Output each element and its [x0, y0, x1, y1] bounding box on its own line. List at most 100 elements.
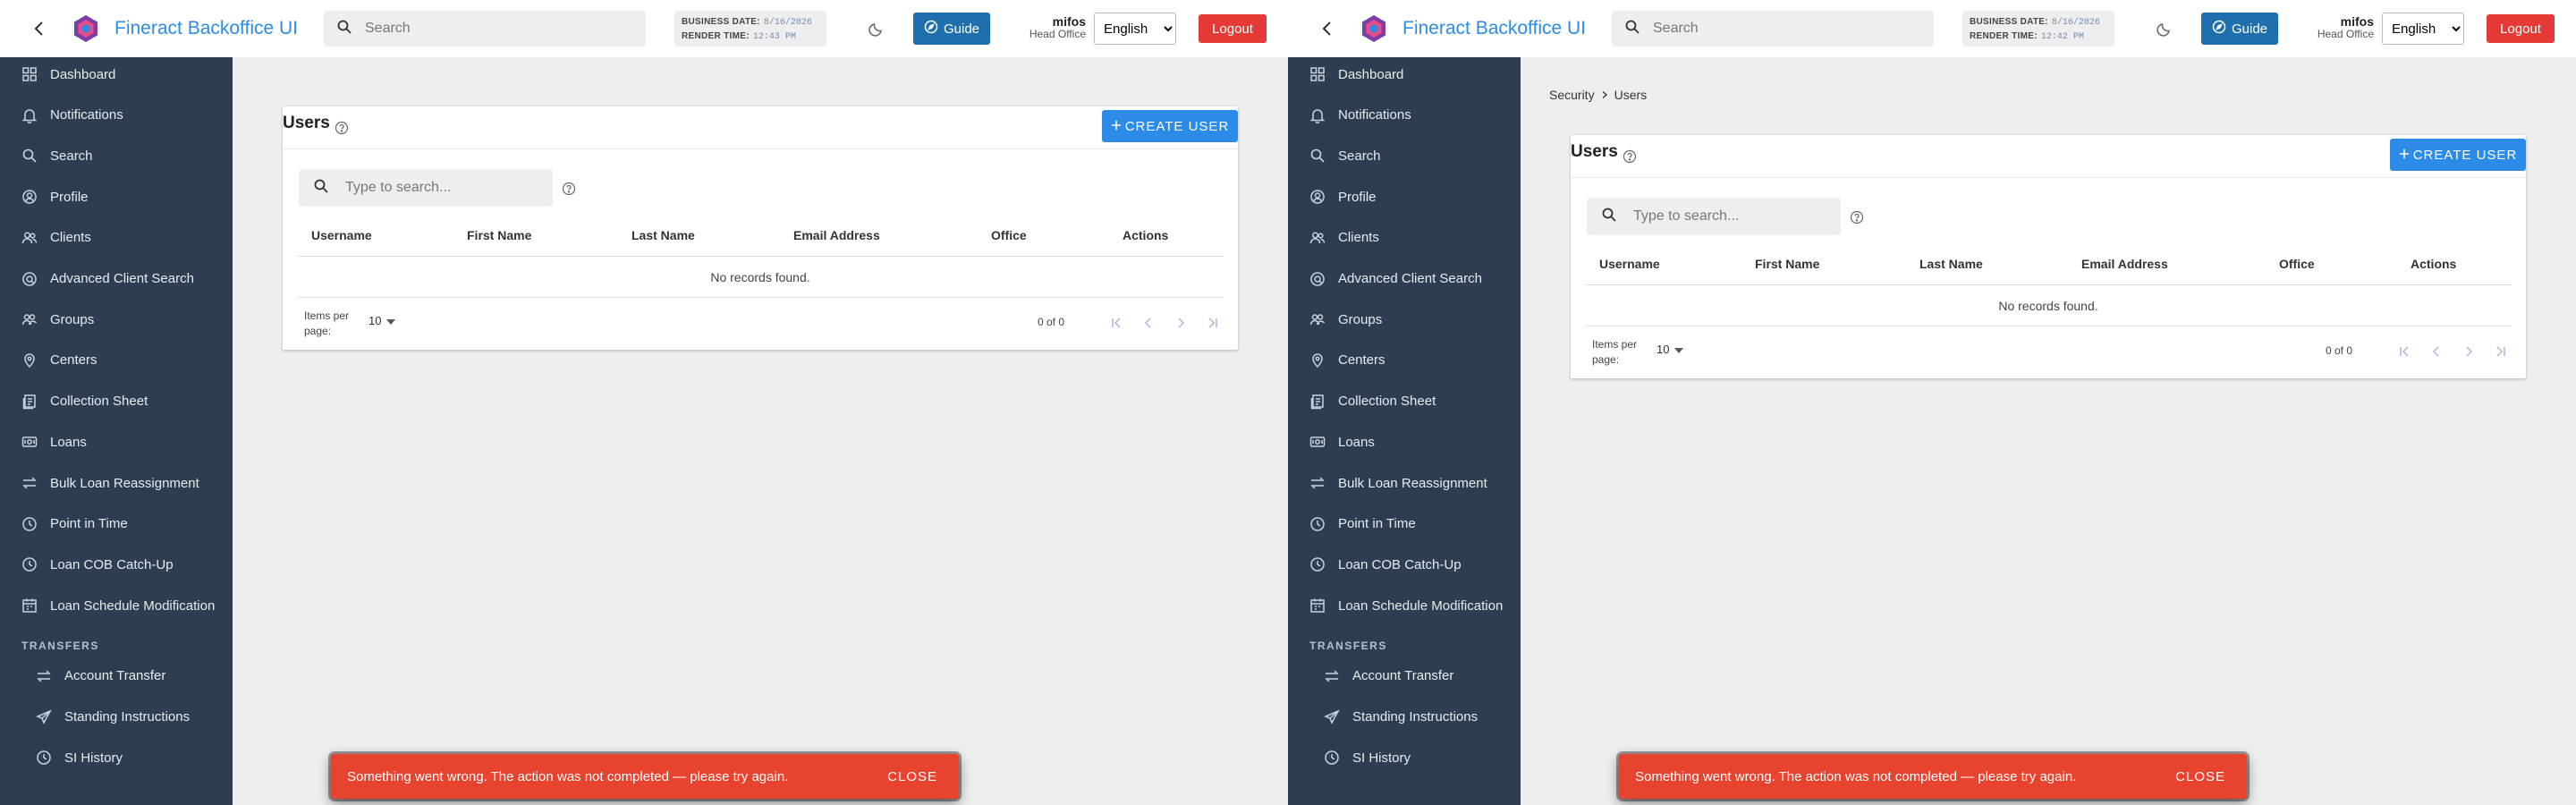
- global-search[interactable]: [1612, 11, 1934, 47]
- sidebar-item-notifications[interactable]: Notifications: [1288, 97, 1521, 134]
- sidebar-item-bulk-loan-reassignment[interactable]: Bulk Loan Reassignment: [1288, 464, 1521, 502]
- app-title[interactable]: Fineract Backoffice UI: [1402, 18, 1586, 39]
- sidebar-item-account-transfer[interactable]: Account Transfer: [1288, 657, 1521, 695]
- dark-mode-moon-icon[interactable]: [2156, 20, 2174, 38]
- back-arrow-icon[interactable]: [1315, 16, 1340, 41]
- column-header-actions[interactable]: Actions: [2411, 257, 2456, 271]
- first-page-icon[interactable]: [1106, 312, 1127, 334]
- sidebar-item-profile[interactable]: Profile: [0, 178, 233, 216]
- sidebar-item-loan-cob-catch-up[interactable]: Loan COB Catch-Up: [0, 546, 233, 583]
- sidebar-item-profile[interactable]: Profile: [1288, 178, 1521, 216]
- sidebar-item-search[interactable]: Search: [0, 137, 233, 174]
- language-select[interactable]: English: [1094, 13, 1176, 45]
- sidebar-item-standing-instructions[interactable]: Standing Instructions: [1288, 699, 1521, 736]
- sidebar-item-account-transfer[interactable]: Account Transfer: [0, 657, 233, 695]
- guide-button[interactable]: Guide: [913, 13, 990, 45]
- table-filter[interactable]: [299, 169, 553, 207]
- global-search-input[interactable]: [365, 21, 624, 37]
- sidebar-item-centers[interactable]: Centers: [1288, 342, 1521, 379]
- sidebar-item-advanced-client-search[interactable]: Advanced Client Search: [0, 260, 233, 298]
- sidebar-item-collection-sheet[interactable]: Collection Sheet: [0, 383, 233, 420]
- table-filter-input[interactable]: [1633, 208, 1830, 225]
- snackbar-close-button[interactable]: CLOSE: [887, 769, 937, 784]
- create-user-button[interactable]: CREATE USER: [1102, 110, 1238, 142]
- help-icon[interactable]: [1623, 149, 1637, 164]
- sidebar-item-label: Centers: [1338, 352, 1385, 369]
- sidebar-item-advanced-client-search[interactable]: Advanced Client Search: [1288, 260, 1521, 298]
- first-page-icon[interactable]: [2394, 341, 2415, 362]
- sidebar-item-si-history[interactable]: SI History: [1288, 739, 1521, 776]
- last-page-icon[interactable]: [1202, 312, 1224, 334]
- sidebar-item-clients[interactable]: Clients: [1288, 219, 1521, 257]
- dashboard-icon: [1309, 66, 1326, 82]
- sidebar-item-loans[interactable]: Loans: [1288, 423, 1521, 461]
- business-date-panel: BUSINESS DATE: 8/16/2026 RENDER TIME: 12:43…: [674, 11, 826, 47]
- chevron-left-icon[interactable]: [1138, 312, 1159, 334]
- location-pin-icon: [21, 352, 38, 369]
- sidebar-item-groups[interactable]: Groups: [1288, 301, 1521, 338]
- table-filter[interactable]: [1587, 198, 1841, 235]
- range-label: 0 of 0: [2326, 344, 2353, 357]
- user-info[interactable]: mifos Head Office: [2297, 15, 2374, 40]
- help-icon[interactable]: [1850, 210, 1864, 225]
- language-select[interactable]: English: [2382, 13, 2464, 45]
- search-icon: [313, 178, 329, 199]
- items-per-page-select[interactable]: 10: [369, 314, 396, 327]
- sidebar-item-dashboard[interactable]: Dashboard: [1288, 55, 1521, 93]
- last-page-icon[interactable]: [2490, 341, 2512, 362]
- sidebar-item-centers[interactable]: Centers: [0, 342, 233, 379]
- sidebar-item-collection-sheet[interactable]: Collection Sheet: [1288, 383, 1521, 420]
- guide-button[interactable]: Guide: [2201, 13, 2278, 45]
- column-header-username[interactable]: Username: [311, 228, 372, 242]
- logout-button[interactable]: Logout: [2487, 14, 2555, 43]
- profile-icon: [1309, 189, 1326, 205]
- render-time-value: 12:42 PM: [2040, 32, 2084, 42]
- chevron-right-icon[interactable]: [1170, 312, 1191, 334]
- sidebar-item-notifications[interactable]: Notifications: [0, 97, 233, 134]
- logout-button[interactable]: Logout: [1199, 14, 1267, 43]
- sidebar-item-search[interactable]: Search: [1288, 137, 1521, 174]
- column-header-first-name[interactable]: First Name: [1755, 257, 1819, 271]
- sidebar-item-si-history[interactable]: SI History: [0, 739, 233, 776]
- sidebar-item-standing-instructions[interactable]: Standing Instructions: [0, 699, 233, 736]
- column-header-first-name[interactable]: First Name: [467, 228, 531, 242]
- create-user-button[interactable]: CREATE USER: [2390, 139, 2526, 171]
- sidebar-item-label: Groups: [50, 311, 95, 327]
- sidebar-item-dashboard[interactable]: Dashboard: [0, 55, 233, 93]
- column-header-office[interactable]: Office: [991, 228, 1027, 242]
- snackbar-close-button[interactable]: CLOSE: [2175, 769, 2225, 784]
- chevron-right-icon[interactable]: [2458, 341, 2479, 362]
- chevron-left-icon[interactable]: [2426, 341, 2447, 362]
- column-header-last-name[interactable]: Last Name: [1919, 257, 1983, 271]
- items-per-page-select[interactable]: 10: [1657, 343, 1684, 356]
- sidebar-item-bulk-loan-reassignment[interactable]: Bulk Loan Reassignment: [0, 464, 233, 502]
- column-header-username[interactable]: Username: [1599, 257, 1660, 271]
- column-header-email-address[interactable]: Email Address: [2081, 257, 2168, 271]
- column-header-office[interactable]: Office: [2279, 257, 2315, 271]
- sidebar-item-point-in-time[interactable]: Point in Time: [0, 505, 233, 543]
- breadcrumb-security[interactable]: Security: [1549, 88, 1595, 102]
- back-arrow-icon[interactable]: [27, 16, 52, 41]
- help-icon[interactable]: [335, 121, 349, 135]
- global-search-input[interactable]: [1653, 21, 1912, 37]
- column-header-actions[interactable]: Actions: [1123, 228, 1168, 242]
- column-header-last-name[interactable]: Last Name: [631, 228, 695, 242]
- column-header-email-address[interactable]: Email Address: [793, 228, 880, 242]
- sidebar-item-loans[interactable]: Loans: [0, 423, 233, 461]
- app-title[interactable]: Fineract Backoffice UI: [114, 18, 298, 39]
- sidebar-item-loan-cob-catch-up[interactable]: Loan COB Catch-Up: [1288, 546, 1521, 583]
- sidebar-item-loan-schedule-modification[interactable]: Loan Schedule Modification: [1288, 587, 1521, 624]
- sidebar-item-label: Search: [1338, 148, 1381, 164]
- user-info[interactable]: mifos Head Office: [1009, 15, 1086, 40]
- sidebar-item-point-in-time[interactable]: Point in Time: [1288, 505, 1521, 543]
- sidebar-item-loan-schedule-modification[interactable]: Loan Schedule Modification: [0, 587, 233, 624]
- transfer-arrows-icon: [1324, 668, 1340, 684]
- help-icon[interactable]: [562, 182, 576, 196]
- sidebar-item-groups[interactable]: Groups: [0, 301, 233, 338]
- table-filter-input[interactable]: [345, 180, 542, 196]
- global-search[interactable]: [324, 11, 646, 47]
- sidebar-item-clients[interactable]: Clients: [0, 219, 233, 257]
- dark-mode-moon-icon[interactable]: [868, 20, 886, 38]
- calendar-icon: [21, 597, 38, 614]
- breadcrumb: Security Users: [1549, 88, 1647, 102]
